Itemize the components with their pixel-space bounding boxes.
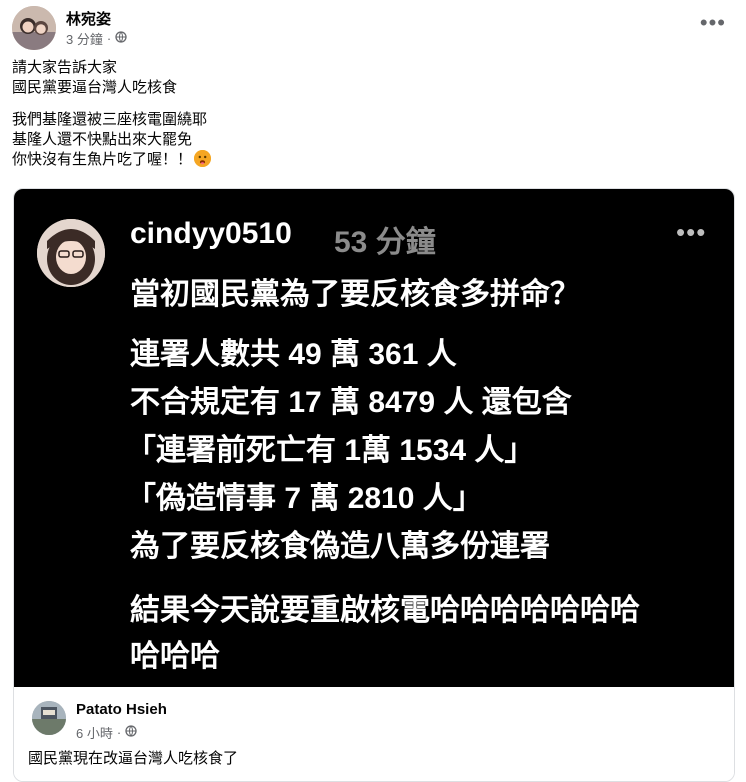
globe-icon <box>115 31 127 46</box>
post-time[interactable]: 3 分鐘 <box>66 29 103 48</box>
post-line: 你快沒有生魚片吃了喔！！ <box>12 151 193 168</box>
screenshot-line: 「連署前死亡有 1萬 1534 人」 <box>126 434 535 467</box>
hot-face-emoji-icon <box>194 150 212 167</box>
meta-separator: · <box>106 31 112 46</box>
post-more-options-icon[interactable]: ••• <box>700 10 726 36</box>
screenshot-line: 不合規定有 17 萬 8479 人 還包含 <box>130 386 572 419</box>
meta-separator: · <box>116 725 122 740</box>
globe-icon <box>125 725 137 740</box>
screenshot-line: 連署人數共 49 萬 361 人 <box>130 338 457 371</box>
shared-author-avatar[interactable] <box>32 701 66 735</box>
shared-post-meta: 6 小時 · <box>76 723 137 742</box>
post-line-with-emoji: 你快沒有生魚片吃了喔！！ <box>12 150 212 170</box>
post-line: 國民黨要逼台灣人吃核食 <box>12 79 178 96</box>
screenshot-username: cindyy0510 <box>130 217 292 250</box>
shared-post-time[interactable]: 6 小時 <box>76 723 113 742</box>
screenshot-image: cindyy0510 53 分鐘 ••• 當初國民黨為了要反核食多拼命？ 連署人… <box>14 189 734 687</box>
post-line: 我們基隆還被三座核電圍繞耶 <box>12 111 208 128</box>
screenshot-avatar <box>37 219 105 287</box>
post-line: 基隆人還不快點出來大罷免 <box>12 131 193 148</box>
post-body: 請大家告訴大家 國民黨要逼台灣人吃核食 我們基隆還被三座核電圍繞耶 基隆人還不快… <box>12 58 212 170</box>
shared-post-text: 國民黨現在改逼台灣人吃核食了 <box>28 750 239 767</box>
post-line: 請大家告訴大家 <box>12 59 118 76</box>
shared-post-footer: Patato Hsieh 6 小時 · 國民黨現在改逼台灣人吃核食了 <box>14 687 734 781</box>
screenshot-line: 為了要反核食偽造八萬多份連署 <box>130 530 550 563</box>
author-avatar[interactable] <box>12 6 56 50</box>
screenshot-time: 53 分鐘 <box>334 226 436 259</box>
screenshot-line: 結果今天說要重啟核電哈哈哈哈哈哈哈 <box>130 594 640 627</box>
shared-author-name[interactable]: Patato Hsieh <box>76 701 167 718</box>
post-meta: 3 分鐘 · <box>66 29 127 48</box>
author-name[interactable]: 林宛姿 <box>66 8 111 29</box>
screenshot-more-icon: ••• <box>676 217 707 247</box>
screenshot-line: 當初國民黨為了要反核食多拼命？ <box>130 278 580 311</box>
screenshot-line: 哈哈哈 <box>130 640 220 673</box>
shared-post-card[interactable]: cindyy0510 53 分鐘 ••• 當初國民黨為了要反核食多拼命？ 連署人… <box>13 188 735 782</box>
screenshot-line: 「偽造情事 7 萬 2810 人」 <box>126 482 483 515</box>
